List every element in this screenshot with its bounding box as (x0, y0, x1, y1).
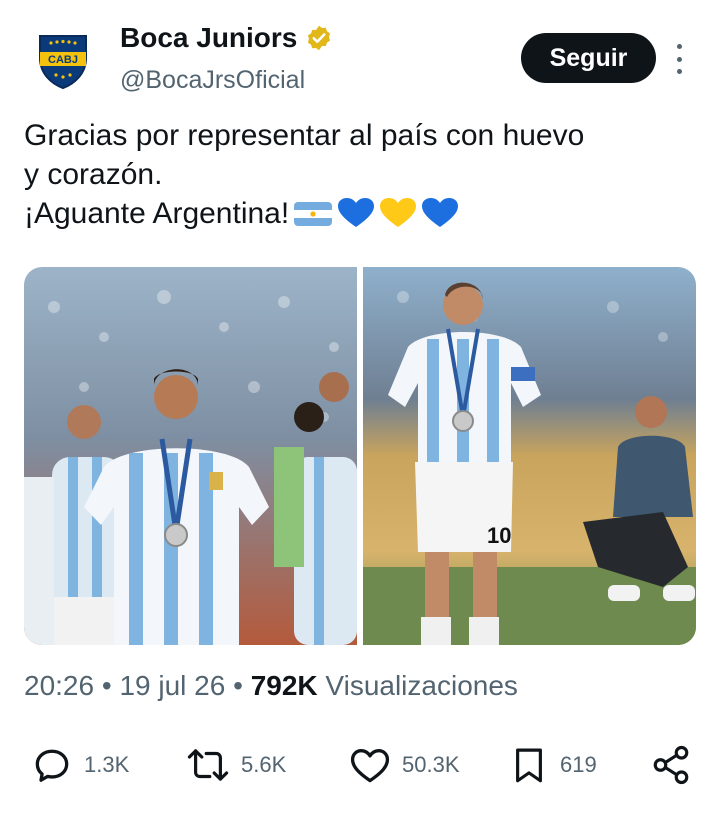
tweet-line-3-text: ¡Aguante Argentina! (24, 197, 290, 230)
tweet-line-1: Gracias por representar al país con huev… (24, 119, 585, 152)
repost-icon (187, 749, 229, 781)
photo-player-on-field[interactable]: 10 (363, 267, 696, 645)
avatar[interactable]: CABJ (26, 22, 100, 96)
yellow-heart-icon (379, 197, 417, 239)
bookmark-count: 619 (560, 752, 597, 777)
share-button[interactable] (650, 740, 692, 790)
meta-separator: • (101, 670, 120, 701)
reply-button[interactable]: 1.3K (30, 740, 129, 790)
share-icon (653, 745, 689, 785)
views-count: 792K (250, 670, 318, 701)
heart-icon (350, 749, 390, 783)
repost-button[interactable]: 5.6K (185, 740, 286, 790)
more-options-icon[interactable] (668, 44, 690, 74)
tweet-text: Gracias por representar al país con huev… (24, 116, 694, 239)
follow-button[interactable]: Seguir (521, 33, 656, 83)
jersey-number-right: 10 (487, 523, 511, 548)
argentina-flag-icon (293, 199, 333, 239)
tweet-line-3: ¡Aguante Argentina! (24, 194, 694, 239)
tweet-media[interactable]: 26 (24, 267, 696, 645)
like-button[interactable]: 50.3K (348, 740, 460, 790)
tweet-actions: 1.3K 5.6K 50.3K 619 (0, 740, 720, 790)
tweet-line-2: y corazón. (24, 158, 163, 191)
views-label: Visualizaciones (325, 670, 518, 701)
photo-players-with-medals[interactable]: 26 (24, 267, 357, 645)
bookmark-button[interactable]: 619 (508, 740, 597, 790)
meta-separator: • (233, 670, 251, 701)
blue-heart-icon (337, 197, 375, 239)
account-name-row[interactable]: Boca Juniors (120, 22, 333, 54)
tweet-time[interactable]: 20:26 (24, 670, 94, 701)
verified-badge-icon (308, 25, 331, 51)
bookmark-icon (516, 748, 542, 783)
account-name[interactable]: Boca Juniors (120, 22, 297, 54)
tweet-meta: 20:26 • 19 jul 26 • 792K Visualizaciones (24, 670, 518, 702)
reply-count: 1.3K (84, 752, 130, 777)
like-count: 50.3K (402, 752, 460, 777)
blue-heart-icon (421, 197, 459, 239)
repost-count: 5.6K (241, 752, 287, 777)
boca-juniors-crest: CABJ (39, 35, 87, 90)
crest-text: CABJ (48, 54, 78, 66)
tweet-date[interactable]: 19 jul 26 (119, 670, 225, 701)
account-handle[interactable]: @BocaJrsOficial (120, 66, 305, 95)
reply-icon (35, 749, 69, 782)
